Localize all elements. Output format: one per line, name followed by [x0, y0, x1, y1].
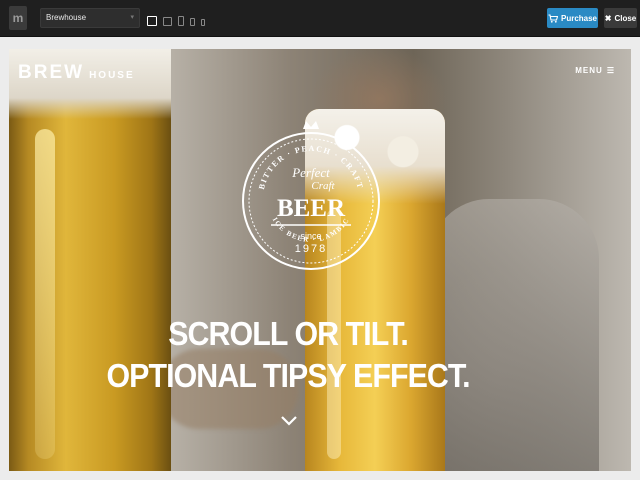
beer-foam: [9, 49, 171, 119]
brewery-seal: BITTER · PEACH · CRAFT ICE BEER · LAMBIC…: [242, 121, 380, 270]
marketplace-logo[interactable]: m: [9, 6, 27, 30]
site-logo-house: HOUSE: [89, 70, 135, 81]
seal-script-line1: Perfect: [291, 165, 330, 180]
site-logo-brew: BREW: [18, 62, 85, 83]
theme-select[interactable]: Brewhouse ▾: [40, 8, 140, 28]
theme-select-value: Brewhouse: [46, 13, 87, 22]
device-switcher: [147, 10, 205, 26]
seal-year: 1978: [295, 243, 327, 255]
beer-glass-left: [9, 49, 171, 471]
tablet-icon[interactable]: [178, 16, 184, 26]
theme-preview-frame[interactable]: BREW HOUSE MENU ☰ BITTER · PEACH · CRAFT…: [9, 49, 631, 471]
hero-headline: SCROLL OR TILT. OPTIONAL TIPSY EFFECT.: [31, 313, 544, 397]
purchase-label: Purchase: [560, 13, 598, 23]
close-icon: ✖: [604, 13, 612, 23]
purchase-button[interactable]: Purchase: [547, 8, 598, 28]
close-button[interactable]: ✖ Close: [604, 8, 637, 28]
site-menu-button[interactable]: MENU ☰: [575, 66, 615, 75]
seal-since: since: [300, 231, 321, 241]
tablet-small-icon[interactable]: [190, 18, 195, 26]
chevron-down-icon: ▾: [130, 14, 134, 21]
site-logo[interactable]: BREW HOUSE: [18, 62, 135, 84]
close-label: Close: [614, 13, 637, 23]
seal-word: BEER: [277, 195, 346, 222]
preview-toolbar: m Brewhouse ▾ Purchase ✖ Close: [0, 0, 640, 37]
scroll-down-icon[interactable]: [280, 415, 298, 427]
desktop-icon[interactable]: [147, 16, 157, 26]
glass-shine: [35, 129, 55, 459]
hero-headline-line1: SCROLL OR TILT.: [168, 315, 409, 352]
seal-script-line2: Craft: [311, 180, 335, 192]
crown-icon: [303, 121, 319, 129]
phone-icon[interactable]: [201, 19, 205, 26]
hero-headline-line2: OPTIONAL TIPSY EFFECT.: [106, 357, 470, 394]
cart-icon: [548, 13, 558, 23]
laptop-icon[interactable]: [163, 17, 172, 26]
hamburger-icon: ☰: [606, 66, 615, 75]
menu-label: MENU: [575, 66, 603, 75]
